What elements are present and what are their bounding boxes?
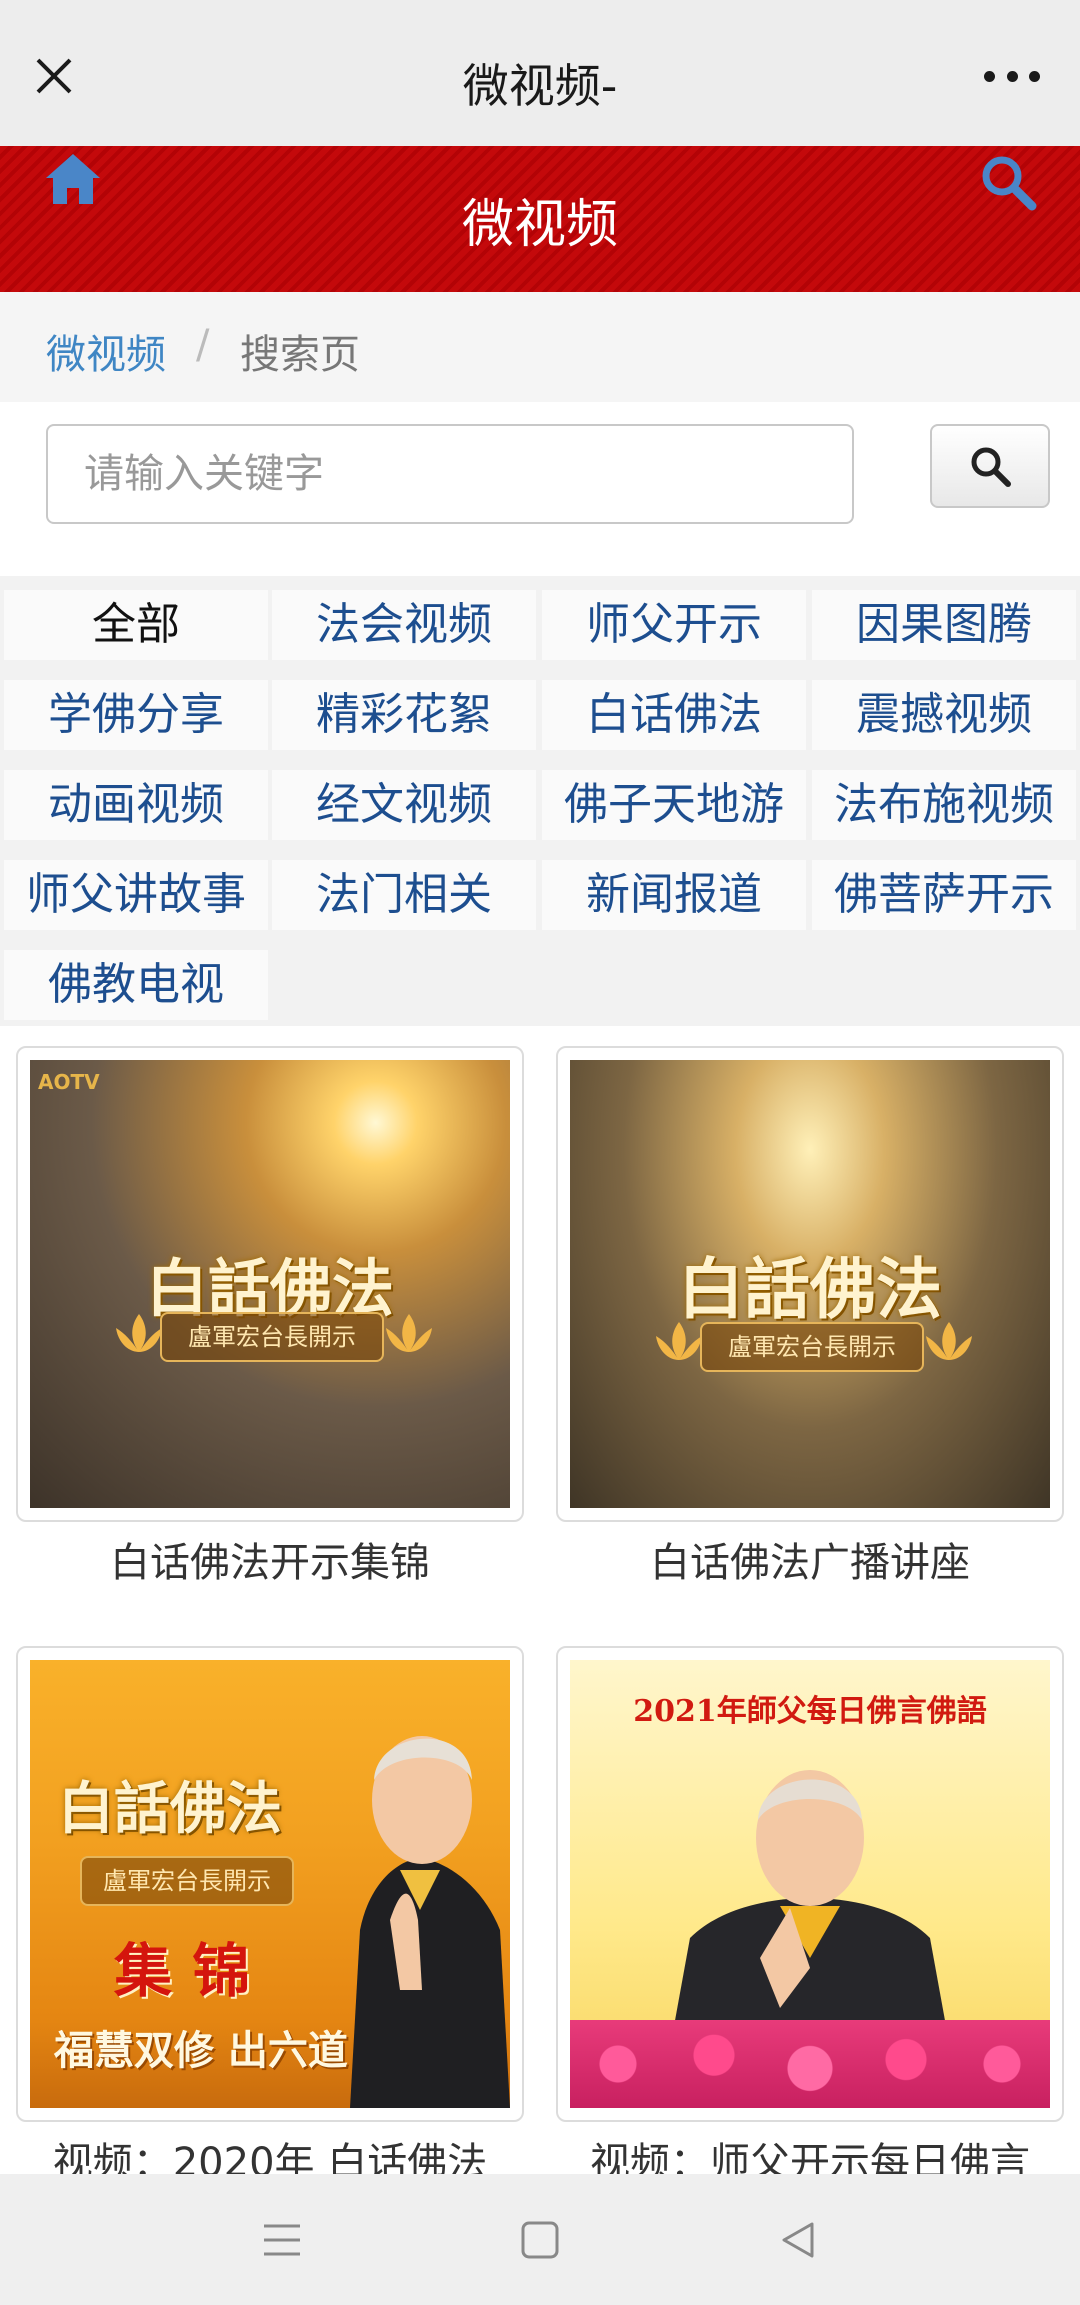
category-item[interactable]: 法门相关 xyxy=(272,860,536,930)
lotus-icon xyxy=(926,1322,972,1360)
home-square-icon[interactable] xyxy=(510,2210,570,2270)
video-thumbnail[interactable]: AOTV 白話佛法 盧軍宏台長開示 xyxy=(30,1060,510,1508)
breadcrumb-link[interactable]: 微视频 xyxy=(46,322,166,380)
video-card[interactable]: 白話佛法 盧軍宏台長開示 xyxy=(556,1046,1064,1522)
flower-decoration xyxy=(570,2020,1050,2108)
presenter-image xyxy=(670,1770,950,2048)
channel-logo: AOTV xyxy=(38,1070,100,1094)
category-item[interactable]: 全部 xyxy=(4,590,268,660)
video-title[interactable]: 视频：2020年 白话佛法 xyxy=(0,2130,540,2174)
category-item[interactable]: 师父开示 xyxy=(542,590,806,660)
video-title[interactable]: 视频：师父开示每日佛言 xyxy=(540,2130,1080,2174)
lotus-icon xyxy=(386,1314,432,1352)
thumbnail-heading: 白話佛法 xyxy=(58,1776,282,1842)
category-item[interactable]: 经文视频 xyxy=(272,770,536,840)
category-item[interactable]: 学佛分享 xyxy=(4,680,268,750)
thumbnail-subtitle: 盧軍宏台長開示 xyxy=(160,1312,384,1362)
search-input[interactable] xyxy=(46,424,854,524)
back-triangle-icon[interactable] xyxy=(768,2210,828,2270)
search-button[interactable] xyxy=(930,424,1050,508)
category-item[interactable]: 震撼视频 xyxy=(812,680,1076,750)
category-item[interactable]: 佛教电视 xyxy=(4,950,268,1020)
breadcrumb-separator: / xyxy=(196,322,210,368)
video-list: AOTV 白話佛法 盧軍宏台長開示 白话佛法开示集锦 白話佛法 盧軍宏台長開示 … xyxy=(0,1026,1080,2174)
video-card[interactable]: AOTV 白話佛法 盧軍宏台長開示 xyxy=(16,1046,524,1522)
category-item[interactable]: 佛菩萨开示 xyxy=(812,860,1076,930)
thumbnail-heading: 2021年師父每日佛言佛語 xyxy=(633,1694,987,1729)
category-grid: 全部 法会视频 师父开示 因果图腾 学佛分享 精彩花絮 白话佛法 震撼视频 动画… xyxy=(0,576,1080,1026)
search-icon xyxy=(971,447,1011,487)
category-item[interactable]: 佛子天地游 xyxy=(542,770,806,840)
breadcrumb-current: 搜索页 xyxy=(240,332,360,378)
category-item[interactable]: 法会视频 xyxy=(272,590,536,660)
thumbnail-highlight: 集 锦 xyxy=(114,1937,251,2005)
system-nav-bar xyxy=(0,2174,1080,2305)
page-title: 微视频- xyxy=(462,59,618,113)
category-item[interactable]: 白话佛法 xyxy=(542,680,806,750)
category-item[interactable]: 动画视频 xyxy=(4,770,268,840)
video-card[interactable]: 2021年師父每日佛言佛語 xyxy=(556,1646,1064,2122)
header-title: 微视频 xyxy=(461,195,618,255)
menu-icon[interactable] xyxy=(252,2210,312,2270)
thumbnail-heading: 白話佛法 xyxy=(678,1250,942,1328)
presenter-image xyxy=(350,1736,510,2108)
category-item[interactable]: 新闻报道 xyxy=(542,860,806,930)
category-item[interactable]: 师父讲故事 xyxy=(4,860,268,930)
thumbnail-subtitle: 盧軍宏台長開示 xyxy=(700,1322,924,1372)
top-bar: 微视频- xyxy=(0,0,1080,146)
thumbnail-caption: 福慧双修 出六道 xyxy=(54,2027,348,2074)
thumbnail-subtitle: 盧軍宏台長開示 xyxy=(80,1856,294,1906)
breadcrumb: 微视频 / 搜索页 xyxy=(0,292,1080,402)
more-options-icon[interactable] xyxy=(984,64,1040,88)
video-thumbnail[interactable]: 白話佛法 盧軍宏台長開示 集 锦 福慧双修 出六道 xyxy=(30,1660,510,2108)
video-thumbnail[interactable]: 2021年師父每日佛言佛語 xyxy=(570,1660,1050,2108)
category-item[interactable]: 因果图腾 xyxy=(812,590,1076,660)
category-item[interactable]: 精彩花絮 xyxy=(272,680,536,750)
video-card[interactable]: 白話佛法 盧軍宏台長開示 集 锦 福慧双修 出六道 xyxy=(16,1646,524,2122)
category-item[interactable]: 法布施视频 xyxy=(812,770,1076,840)
video-title[interactable]: 白话佛法开示集锦 xyxy=(0,1530,540,1588)
video-thumbnail[interactable]: 白話佛法 盧軍宏台長開示 xyxy=(570,1060,1050,1508)
video-title[interactable]: 白话佛法广播讲座 xyxy=(540,1530,1080,1588)
